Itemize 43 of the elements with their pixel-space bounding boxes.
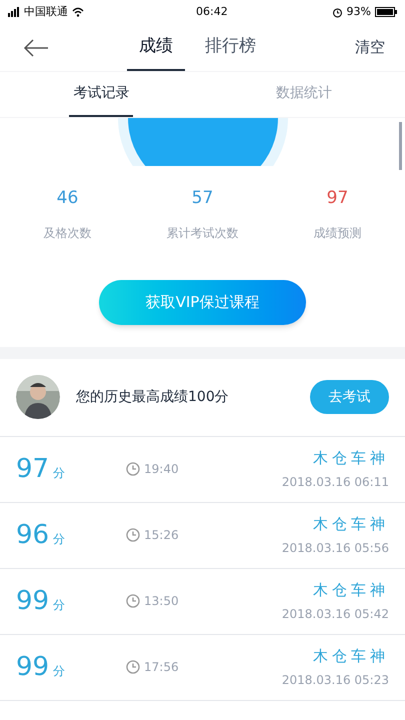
signal-icon [8,7,20,17]
score-unit: 分 [53,531,66,548]
record-title: 木仓车神 [313,514,389,535]
score-value: 97 [16,456,50,482]
clock-icon [126,528,140,542]
battery-icon [375,7,397,17]
clock-icon [126,660,140,674]
stat-value: 46 [56,187,78,210]
stat-label: 及格次数 [44,224,92,242]
score-unit: 分 [53,465,66,482]
clock-icon [126,462,140,476]
clock-icon [126,594,140,608]
record-title: 木仓车神 [313,448,389,469]
duration-text: 19:40 [144,461,179,478]
stat-value: 97 [326,187,348,210]
stat-label: 累计考试次数 [166,224,238,242]
score-value: 99 [16,654,50,680]
record-date: 2018.03.16 05:56 [282,540,389,558]
clock-time: 06:42 [196,4,228,20]
back-arrow-icon [23,38,49,56]
alarm-icon [332,6,343,18]
score-value: 99 [16,588,50,614]
battery-percent: 93% [346,4,371,20]
carrier-name: 中国联通 [24,4,68,20]
clear-button[interactable]: 清空 [355,36,385,59]
header-tab[interactable]: 排行榜 [201,24,260,71]
duration-text: 15:26 [144,527,179,544]
wifi-icon [72,7,84,17]
scrollbar [399,122,402,170]
record-date: 2018.03.16 05:42 [282,606,389,624]
duration-text: 13:50 [144,593,179,610]
best-score-text: 您的历史最高成绩100分 [76,388,229,406]
score-unit: 分 [53,663,66,680]
record-title: 木仓车神 [313,580,389,601]
score-value: 96 [16,522,50,548]
score-unit: 分 [53,597,66,614]
duration-text: 17:56 [144,659,179,676]
header-tab[interactable]: 成绩 [127,24,185,71]
record-title: 木仓车神 [313,646,389,667]
stat-label: 成绩预测 [314,224,362,242]
record-date: 2018.03.16 05:23 [282,672,389,690]
stat-value: 57 [192,187,214,210]
record-date: 2018.03.16 06:11 [282,474,389,492]
